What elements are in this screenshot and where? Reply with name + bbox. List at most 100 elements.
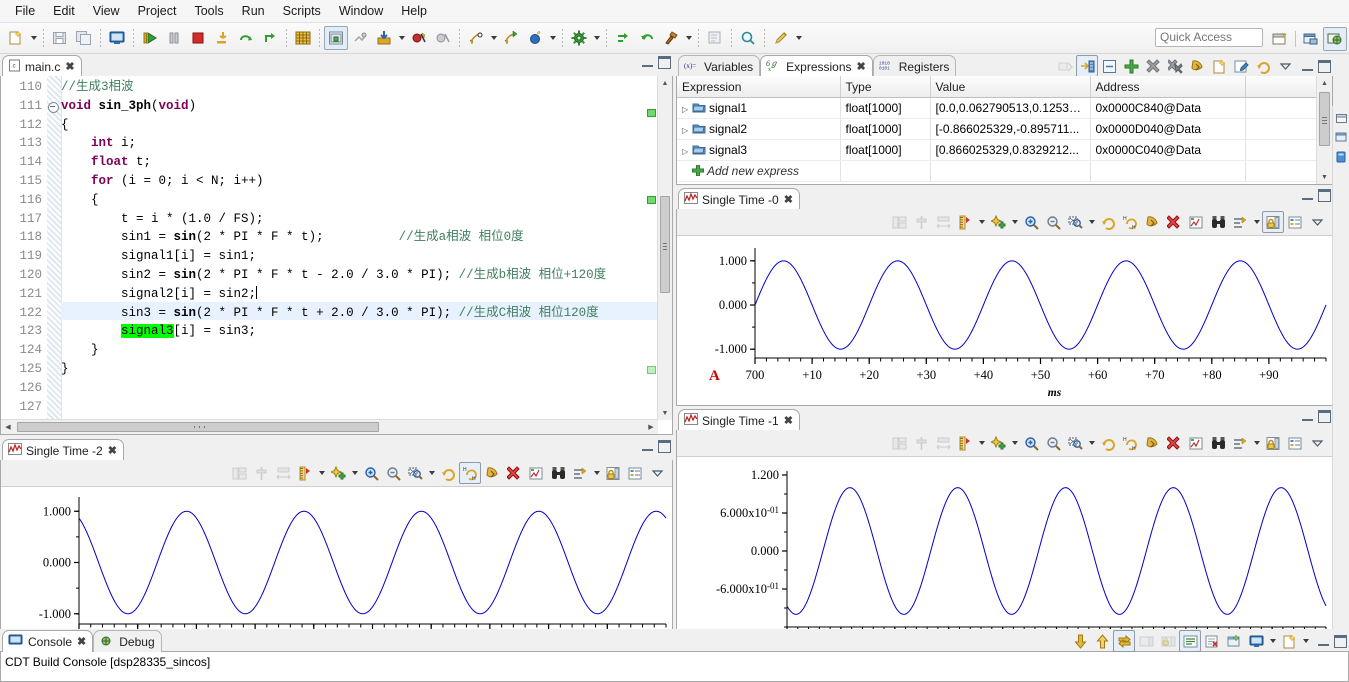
maximize-icon[interactable]	[658, 56, 671, 69]
export-dropdown-icon[interactable]	[1251, 211, 1262, 233]
step-over-icon[interactable]	[234, 26, 258, 50]
dropdown-arrow-icon[interactable]	[488, 27, 499, 49]
expression-cell[interactable]: ▷ signal2	[677, 118, 841, 140]
build-hammer-icon[interactable]	[659, 26, 683, 50]
refresh-graph-icon[interactable]	[1097, 211, 1119, 233]
scroll-left-arrow[interactable]: ◀	[1, 420, 15, 434]
zoom-out-icon[interactable]	[1042, 432, 1064, 454]
assembly-step-icon[interactable]	[348, 26, 372, 50]
measurement-dropdown-icon[interactable]	[976, 211, 987, 233]
menu-item-edit[interactable]: Edit	[44, 2, 84, 20]
measurement-marker-icon[interactable]	[954, 432, 976, 454]
word-wrap-icon[interactable]	[1179, 630, 1201, 652]
lock-graph-icon[interactable]	[1262, 211, 1284, 233]
scroll-up-icon[interactable]	[1091, 630, 1113, 652]
refresh-all-icon[interactable]	[1141, 211, 1163, 233]
continuous-refresh-icon[interactable]: HH	[459, 462, 481, 484]
code-line[interactable]: for (i = 0; i < N; i++)	[61, 172, 672, 191]
zoom-dropdown-icon[interactable]	[426, 462, 437, 484]
expand-arrow-icon[interactable]: ▷	[682, 147, 692, 156]
minimize-icon[interactable]	[1302, 410, 1315, 423]
maximize-icon[interactable]	[658, 440, 671, 453]
save-icon[interactable]	[48, 26, 72, 50]
zoom-in-icon[interactable]	[1020, 211, 1042, 233]
minimize-icon[interactable]	[642, 440, 655, 453]
open-resource-icon[interactable]	[703, 26, 727, 50]
dropdown-arrow-icon[interactable]	[396, 27, 407, 49]
graph-properties-icon[interactable]	[1185, 432, 1207, 454]
menu-item-tools[interactable]: Tools	[185, 2, 232, 20]
binoculars-icon[interactable]	[1207, 432, 1229, 454]
export-icon[interactable]	[1229, 211, 1251, 233]
add-new-expression-row[interactable]: Add new express	[677, 160, 1317, 182]
remove-expression-icon[interactable]	[1142, 55, 1164, 77]
terminate-icon[interactable]	[186, 26, 210, 50]
run-green-icon[interactable]	[499, 26, 523, 50]
code-line[interactable]: }	[61, 360, 672, 379]
gear-icon[interactable]	[567, 26, 591, 50]
close-icon[interactable]: ✖	[784, 193, 793, 206]
collapse-all-icon[interactable]	[1098, 55, 1120, 77]
view-menu-icon[interactable]	[1306, 211, 1328, 233]
folding-ruler[interactable]	[47, 76, 62, 434]
column-header[interactable]: Expression	[677, 76, 841, 98]
close-icon[interactable]: ✖	[784, 414, 793, 427]
tab-expressions[interactable]: 6ℊ x Expressions ✖	[760, 55, 873, 77]
minimize-icon[interactable]	[642, 56, 655, 69]
measurement-dropdown-icon[interactable]	[976, 432, 987, 454]
legend-icon[interactable]	[624, 462, 646, 484]
maximize-icon[interactable]	[1334, 634, 1347, 648]
delete-graph-icon[interactable]	[1163, 432, 1185, 454]
menu-item-scripts[interactable]: Scripts	[274, 2, 330, 20]
column-header[interactable]	[1245, 76, 1317, 98]
expressions-table[interactable]: Expression Type Value Address ▷ signal1 float[…	[677, 76, 1317, 182]
export-dropdown-icon[interactable]	[591, 462, 602, 484]
restore-icon[interactable]	[1333, 106, 1349, 126]
zoom-in-icon[interactable]	[1020, 432, 1042, 454]
measurement-dropdown-icon[interactable]	[316, 462, 327, 484]
zoom-dropdown-icon[interactable]	[1086, 211, 1097, 233]
scroll-thumb[interactable]	[1319, 92, 1330, 146]
table-row[interactable]: ▷ signal3 float[1000] [0.866025329,0.832921…	[677, 139, 1317, 161]
refresh-all-icon[interactable]	[481, 462, 503, 484]
code-line[interactable]: int i;	[61, 134, 672, 153]
lock-graph-icon[interactable]	[602, 462, 624, 484]
add-cursor-dropdown-icon[interactable]	[349, 462, 360, 484]
table-row[interactable]: ▷ signal1 float[1000] [0.0,0.062790513,0.12…	[677, 97, 1317, 119]
new-perspective-icon[interactable]	[1268, 27, 1292, 51]
code-line[interactable]: void sin_3ph(void)	[48, 97, 672, 116]
add-cursor-dropdown-icon[interactable]	[1009, 211, 1020, 233]
source-code[interactable]: //生成3相波 void sin_3ph(void){ int i; float …	[48, 76, 672, 434]
clear-console-icon[interactable]	[1113, 630, 1135, 652]
minimize-icon[interactable]	[1302, 60, 1315, 73]
zoom-select-icon[interactable]	[1064, 432, 1086, 454]
remove-console-icon[interactable]	[1201, 630, 1223, 652]
suspend-icon[interactable]	[162, 26, 186, 50]
search-icon[interactable]	[736, 26, 760, 50]
console-icon[interactable]	[105, 26, 129, 50]
menu-item-help[interactable]: Help	[392, 2, 436, 20]
maximize-icon[interactable]	[1318, 410, 1331, 423]
new-console-dropdown-icon[interactable]	[1300, 630, 1311, 652]
step-forward-icon[interactable]	[611, 26, 635, 50]
close-icon[interactable]: ✖	[65, 60, 74, 73]
code-line[interactable]: sin1 = sin(2 * PI * F * t); //生成a相波 相位0度	[61, 228, 672, 247]
new-console-icon[interactable]	[1278, 630, 1300, 652]
scroll-down-arrow[interactable]: ▼	[658, 406, 672, 420]
expand-arrow-icon[interactable]: ▷	[682, 105, 692, 114]
code-line[interactable]: signal3[i] = sin3;	[61, 322, 672, 341]
zoom-out-icon[interactable]	[1042, 211, 1064, 233]
editor-vertical-scrollbar[interactable]: ▲ ▼	[657, 76, 672, 420]
ccs-debug-perspective-icon[interactable]	[1323, 27, 1347, 51]
step-return-icon[interactable]	[258, 26, 282, 50]
code-line[interactable]: signal1[i] = sin1;	[61, 247, 672, 266]
console-output[interactable]: CDT Build Console [dsp28335_sincos]	[0, 652, 1349, 682]
tab-single-time-2[interactable]: Single Time -2 ✖	[2, 439, 124, 461]
export-icon[interactable]	[1229, 432, 1251, 454]
menu-item-file[interactable]: File	[6, 2, 44, 20]
code-line[interactable]: t = i * (1.0 / FS);	[61, 210, 672, 229]
new-watch-icon[interactable]	[1208, 55, 1230, 77]
scroll-down-arrow[interactable]: ▼	[1317, 170, 1332, 184]
resume-icon[interactable]	[138, 26, 162, 50]
variables-fastview-icon[interactable]	[1333, 126, 1349, 146]
